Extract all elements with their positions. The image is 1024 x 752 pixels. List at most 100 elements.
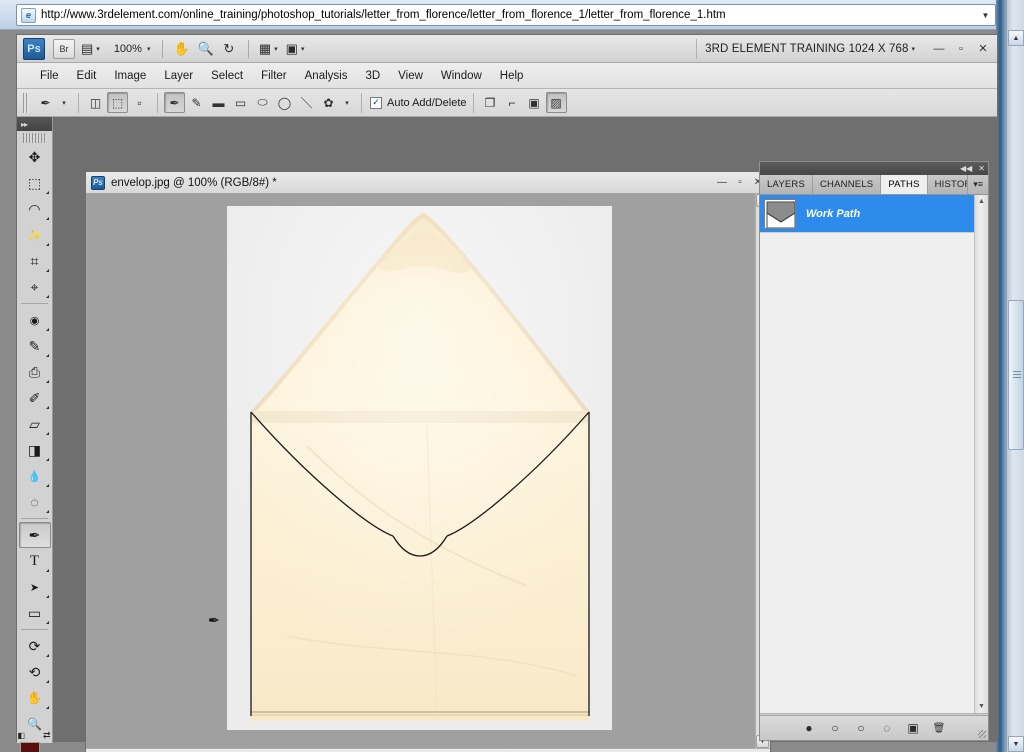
tools-panel-grip[interactable] (23, 133, 46, 143)
document-maximize-button[interactable]: ▫ (731, 175, 749, 191)
tool-lasso[interactable]: ◠ (19, 196, 51, 222)
create-new-path-icon[interactable]: ▣ (900, 718, 926, 738)
tool-spot-healing-brush[interactable]: ◉ (19, 307, 51, 333)
launch-bridge-button[interactable]: Br (53, 38, 75, 59)
tool-magic-wand[interactable]: ✨ (19, 222, 51, 248)
tool-pen[interactable]: ✒ (18, 522, 51, 548)
tool-dodge[interactable]: ◌ (19, 489, 51, 515)
line-tool-button[interactable]: ＼ (296, 92, 317, 113)
hand-tool-button[interactable]: ✋ (170, 38, 192, 60)
stroke-path-with-brush-icon[interactable]: ○ (822, 718, 848, 738)
rectangle-tool-button[interactable]: ▬ (208, 92, 229, 113)
rotate-view-tool-button[interactable]: ↻ (219, 38, 239, 60)
tab-paths[interactable]: PATHS (881, 175, 928, 194)
load-path-as-selection-icon[interactable]: ○ (848, 718, 874, 738)
view-extras-button[interactable]: 100% ▾ (105, 38, 154, 60)
tool-move[interactable]: ✥ (19, 144, 51, 170)
url-dropdown-icon[interactable]: ▼ (979, 9, 992, 22)
options-bar-grip[interactable] (23, 92, 29, 113)
image-canvas[interactable]: ✒ (86, 194, 755, 748)
tool-eyedropper[interactable]: ⌖ (19, 274, 51, 300)
app-close-button[interactable]: ✕ (973, 40, 993, 58)
tool-rectangular-marquee[interactable]: ⬚ (19, 170, 51, 196)
paths-scroll-up-icon[interactable]: ▲ (975, 198, 988, 205)
intersect-path-areas-button[interactable]: ▣ (524, 92, 545, 113)
make-work-path-from-selection-icon[interactable]: ◌ (874, 718, 900, 738)
shape-layers-button[interactable]: ◫ (85, 92, 106, 113)
delete-current-path-icon[interactable]: 🗑 (926, 718, 952, 738)
tool-crop[interactable]: ⌗ (19, 248, 51, 274)
dock-collapse-icon[interactable]: ◀◀ (960, 164, 972, 173)
freeform-pen-tool-button[interactable]: ✎ (186, 92, 207, 113)
polygon-tool-button[interactable]: ◯ (274, 92, 295, 113)
document-title-bar[interactable]: Ps envelop.jpg @ 100% (RGB/8#) * — ▫ ✕ (86, 172, 770, 194)
tool-preset-picker-icon[interactable]: ✒ (35, 92, 56, 113)
menu-help[interactable]: Help (491, 67, 533, 85)
tool-eraser[interactable]: ▱ (19, 411, 51, 437)
tool-hand[interactable]: ✋ (19, 685, 51, 711)
menu-view[interactable]: View (389, 67, 432, 85)
menu-filter[interactable]: Filter (252, 67, 296, 85)
workspace-switcher[interactable]: 3RD ELEMENT TRAINING 1024 X 768 (705, 43, 908, 55)
paths-scroll-down-icon[interactable]: ▼ (975, 703, 988, 710)
menu-file[interactable]: File (31, 67, 68, 85)
rounded-rectangle-tool-button[interactable]: ▭ (230, 92, 251, 113)
browser-scroll-up-icon[interactable]: ▲ (1008, 30, 1024, 46)
panel-menu-icon[interactable]: ▾≡ (968, 175, 988, 194)
tool-path-selection[interactable]: ➤ (19, 574, 51, 600)
app-maximize-button[interactable]: ▫ (951, 40, 971, 58)
custom-shape-tool-button[interactable]: ✿ (318, 92, 339, 113)
dock-close-icon[interactable]: ✕ (978, 164, 985, 173)
paths-panel-footer: ● ○ ○ ◌ ▣ 🗑 (760, 715, 988, 740)
menu-edit[interactable]: Edit (68, 67, 106, 85)
browser-vertical-scrollbar[interactable]: ▲ ▼ (1006, 0, 1024, 752)
browser-scroll-thumb[interactable] (1008, 300, 1024, 450)
paths-panel-scrollbar[interactable]: ▲ ▼ (974, 195, 988, 713)
menu-layer[interactable]: Layer (155, 67, 202, 85)
tab-layers[interactable]: LAYERS (760, 175, 813, 194)
panel-resize-grip[interactable] (978, 730, 986, 738)
path-list-item-work-path[interactable]: Work Path (760, 195, 974, 233)
add-to-path-area-button[interactable]: ❐ (480, 92, 501, 113)
geometry-options-caret-icon[interactable]: ▾ (340, 92, 354, 113)
document-minimize-button[interactable]: — (713, 175, 731, 191)
browser-scroll-down-icon[interactable]: ▼ (1008, 736, 1024, 752)
mini-bridge-button[interactable]: ▤ ▾ (78, 38, 103, 60)
tool-horizontal-type[interactable]: T (19, 548, 51, 574)
app-minimize-button[interactable]: — (929, 40, 949, 58)
tool-rectangle-shape[interactable]: ▭ (19, 600, 51, 626)
fill-path-with-foreground-color-icon[interactable]: ● (796, 718, 822, 738)
auto-add-delete-checkbox[interactable]: ✓ Auto Add/Delete (370, 96, 467, 109)
tool-gradient[interactable]: ◨ (19, 437, 51, 463)
swap-colors-icon[interactable]: ⇄ (43, 730, 51, 741)
exclude-overlapping-path-areas-button[interactable]: ▨ (545, 92, 567, 113)
menu-analysis[interactable]: Analysis (296, 67, 357, 85)
foreground-color-swatch[interactable] (19, 742, 40, 752)
tool-history-brush[interactable]: ✐ (19, 385, 51, 411)
tool-preset-caret-icon[interactable]: ▾ (57, 92, 71, 113)
subtract-from-path-area-button[interactable]: ⌐ (502, 92, 523, 113)
pen-tool-button[interactable]: ✒ (164, 92, 185, 113)
menu-window[interactable]: Window (432, 67, 491, 85)
tool-3d-rotate[interactable]: ⟳ (19, 633, 51, 659)
arrange-documents-button[interactable]: ▦ ▾ (256, 38, 281, 60)
tab-channels[interactable]: CHANNELS (813, 175, 882, 194)
tab-history[interactable]: HISTORY (927, 175, 969, 194)
menu-bar: File Edit Image Layer Select Filter Anal… (17, 63, 997, 89)
paths-mode-button[interactable]: ⬚ (107, 92, 128, 113)
menu-select[interactable]: Select (202, 67, 252, 85)
menu-3d[interactable]: 3D (356, 67, 389, 85)
ellipse-tool-button[interactable]: ⬭ (252, 92, 273, 113)
url-input[interactable]: e http://www.3rdelement.com/online_train… (16, 4, 996, 26)
screen-mode-button[interactable]: ▣ ▾ (283, 38, 308, 60)
tool-blur[interactable]: 💧 (19, 463, 51, 489)
workspace-caret-icon[interactable]: ▾ (911, 45, 915, 53)
menu-image[interactable]: Image (105, 67, 155, 85)
fill-pixels-button[interactable]: ▫ (129, 92, 150, 113)
tool-brush[interactable]: ✎ (19, 333, 51, 359)
tools-panel-expand-button[interactable]: ▸▸ (17, 117, 52, 131)
tool-clone-stamp[interactable]: ⎙ (19, 359, 51, 385)
default-colors-icon[interactable]: ◧ (18, 731, 26, 740)
zoom-tool-button[interactable]: 🔍 (195, 38, 217, 60)
tool-3d-orbit[interactable]: ⟲ (19, 659, 51, 685)
